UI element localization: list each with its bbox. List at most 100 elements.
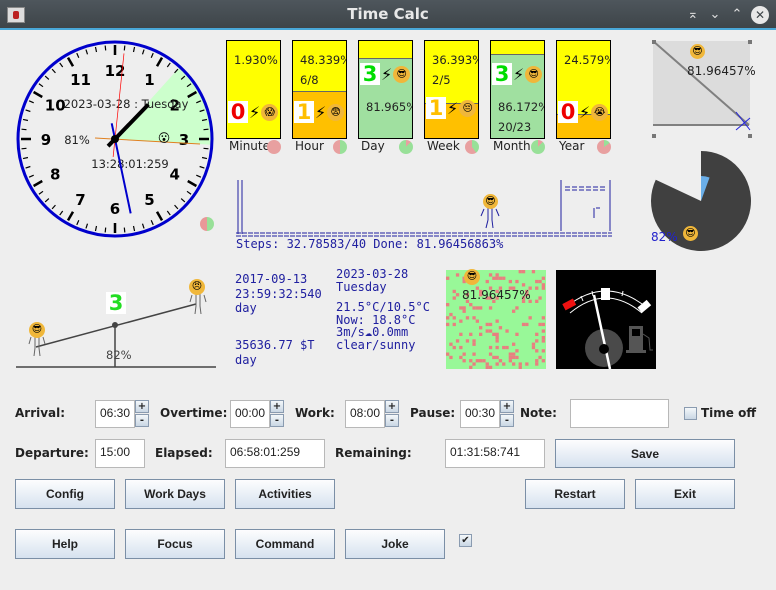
- mood-number: 3: [360, 63, 380, 85]
- dot-cell: [502, 345, 506, 350]
- lightning-icon: ⚡: [513, 64, 525, 84]
- dot-cell: [449, 342, 453, 346]
- overtime-field[interactable]: 00:00: [230, 400, 270, 428]
- mood-indicator: 3 ⚡ 😎: [360, 63, 411, 85]
- work-spinner: + -: [385, 400, 399, 428]
- clock-tick: [59, 210, 64, 216]
- weather-weekday: Tuesday: [336, 279, 387, 294]
- dot-cell: [488, 322, 493, 327]
- dot-cell: [512, 355, 516, 360]
- dot-cell: [485, 279, 489, 284]
- dot-cell: [535, 286, 539, 290]
- note-field[interactable]: [570, 399, 669, 428]
- seesaw-widget: 😎 😠 3 82%: [14, 270, 218, 374]
- dot-cell: [488, 273, 493, 277]
- clock-number: 7: [75, 191, 85, 209]
- dot-cell: [508, 352, 512, 356]
- overtime-decrement-button[interactable]: -: [270, 414, 284, 427]
- dot-cell: [472, 306, 476, 310]
- mood-number: 1: [294, 101, 314, 123]
- clock-tick: [141, 223, 145, 229]
- dot-cell: [479, 326, 483, 330]
- pause-decrement-button[interactable]: -: [500, 414, 514, 427]
- dot-cell: [472, 339, 476, 343]
- clock-tick: [155, 56, 164, 67]
- work-field[interactable]: 08:00: [345, 400, 385, 428]
- dot-cell: [541, 336, 545, 340]
- dot-cell: [525, 362, 529, 366]
- overtime-increment-button[interactable]: +: [270, 400, 284, 413]
- dot-cell: [498, 359, 503, 363]
- lightning-icon: ⚡: [381, 64, 393, 84]
- work-decrement-button[interactable]: -: [385, 414, 399, 427]
- pause-spinner: + -: [500, 400, 514, 428]
- remaining-label: Remaining:: [335, 446, 412, 460]
- clock-number: 5: [144, 191, 154, 209]
- dot-cell: [495, 339, 499, 343]
- weather-condition: clear/sunny: [336, 337, 416, 352]
- arrival-decrement-button[interactable]: -: [135, 414, 149, 427]
- dot-cell: [459, 319, 463, 323]
- progress-card-hour: 6/8 48.339% 1 ⚡ 😨: [292, 40, 347, 139]
- corner-handle: [652, 40, 656, 44]
- keep-above-button[interactable]: ⌅: [684, 6, 702, 24]
- dot-cell: [515, 279, 519, 284]
- dot-cell: [535, 279, 539, 284]
- maximize-button[interactable]: ⌃: [728, 6, 746, 24]
- clock-tick: [32, 90, 43, 99]
- clock-tick: [132, 46, 136, 53]
- arrival-field[interactable]: 06:30: [95, 400, 135, 428]
- walking-drawing: [236, 180, 612, 237]
- work-days-button[interactable]: Work Days: [125, 479, 225, 509]
- dot-cell: [446, 352, 450, 356]
- save-button[interactable]: Save: [555, 439, 735, 468]
- progress-percent: 48.339%: [300, 53, 347, 67]
- dot-cell: [515, 349, 519, 353]
- overtime-spinner: + -: [270, 400, 284, 428]
- dot-cell: [541, 276, 545, 280]
- clock-tick: [28, 100, 34, 104]
- dot-cell: [459, 345, 463, 350]
- help-button[interactable]: Help: [15, 529, 115, 559]
- dot-cell: [485, 365, 489, 369]
- joke-button[interactable]: Joke: [345, 529, 445, 559]
- right-figure: [189, 294, 207, 315]
- progress-card-label-month: Month: [493, 139, 531, 153]
- mood-indicator: 1 ⚡ 😨: [294, 101, 345, 123]
- pause-increment-button[interactable]: +: [500, 400, 514, 413]
- minimize-button[interactable]: ⌄: [706, 6, 724, 24]
- dot-cell: [538, 296, 542, 300]
- time-off-checkbox[interactable]: [684, 407, 697, 420]
- dot-cell: [512, 362, 516, 366]
- clock-number: 6: [110, 200, 120, 218]
- command-button[interactable]: Command: [235, 529, 335, 559]
- weather-wind-rain: 3m/s☁0.0mm: [336, 325, 409, 339]
- dot-cell: [459, 355, 463, 360]
- dot-cell: [492, 276, 496, 280]
- clock-tick: [94, 225, 98, 232]
- clock-tick: [166, 62, 171, 68]
- arrival-increment-button[interactable]: +: [135, 400, 149, 413]
- dot-cell: [541, 322, 545, 327]
- extra-checkbox[interactable]: ✔: [459, 534, 472, 547]
- clock-tick: [25, 165, 31, 169]
- corner-handle: [652, 134, 656, 138]
- restart-button[interactable]: Restart: [525, 479, 625, 509]
- departure-field[interactable]: 15:00: [95, 439, 145, 468]
- clock-tick: [22, 156, 29, 160]
- remaining-field[interactable]: 01:31:58:741: [445, 439, 545, 468]
- progress-percent: 81.965%: [366, 100, 413, 114]
- clock-number: 11: [70, 71, 91, 89]
- close-button[interactable]: ✕: [751, 6, 769, 24]
- activities-button[interactable]: Activities: [235, 479, 335, 509]
- config-button[interactable]: Config: [15, 479, 115, 509]
- exit-button[interactable]: Exit: [635, 479, 735, 509]
- dot-cell: [508, 355, 512, 360]
- pause-field[interactable]: 00:30: [460, 400, 500, 428]
- elapsed-field[interactable]: 06:58:01:259: [225, 439, 325, 468]
- work-increment-button[interactable]: +: [385, 400, 399, 413]
- clock-tick: [51, 68, 56, 74]
- sunglasses-face-icon: 😎: [29, 322, 45, 338]
- clock-mini-pie: [200, 217, 214, 231]
- focus-button[interactable]: Focus: [125, 529, 225, 559]
